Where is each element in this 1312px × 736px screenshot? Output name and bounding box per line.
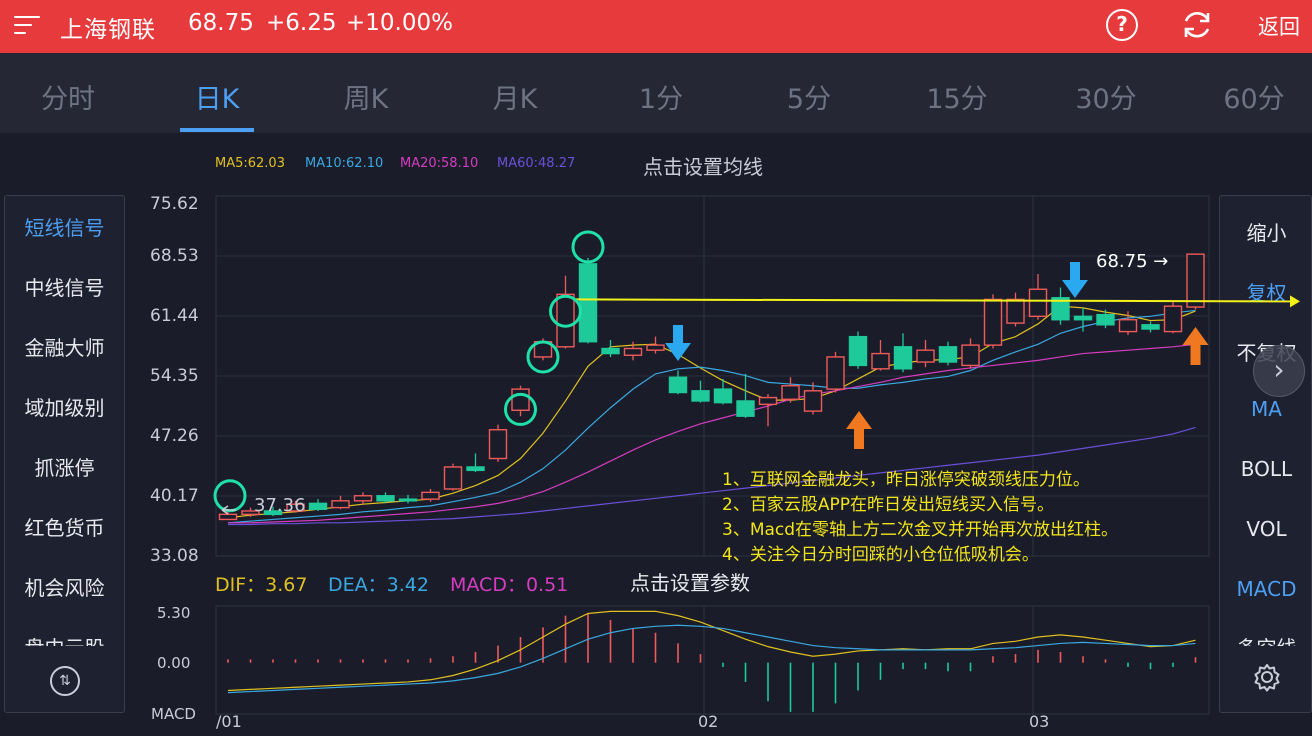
- candle-body: [916, 349, 935, 363]
- candle-body: [826, 356, 845, 390]
- sell-arrow-icon: [1062, 262, 1088, 298]
- candle-body: [691, 390, 710, 402]
- candle-body: [848, 335, 868, 367]
- candle-body: [488, 429, 508, 460]
- candle-body: [1028, 288, 1048, 318]
- note-line: 2、百家云股APP在昨日发出短线买入信号。: [722, 495, 1054, 515]
- candle-body: [511, 388, 530, 411]
- candle-body: [736, 400, 755, 417]
- candle-body: [421, 491, 440, 500]
- candle-body: [353, 495, 373, 502]
- candle-body: [1118, 319, 1138, 333]
- candle-body: [646, 344, 665, 351]
- candle-body: [331, 500, 350, 509]
- resistance-arrow-icon: [1290, 295, 1300, 308]
- candle-body: [601, 347, 620, 355]
- candle-body: [871, 352, 890, 370]
- candle-body: [668, 376, 688, 394]
- candle-body: [1006, 298, 1025, 324]
- sell-arrow-icon: [665, 325, 691, 361]
- candle-body: [466, 466, 485, 472]
- candle-body: [398, 498, 418, 502]
- candle-body: [1096, 313, 1115, 326]
- candle-body: [758, 396, 778, 406]
- buy-arrow-icon: [846, 411, 872, 449]
- resistance-line: [574, 298, 1293, 303]
- candle-body: [1073, 315, 1093, 321]
- candle-body: [1163, 305, 1183, 333]
- candle-body: [1186, 253, 1205, 308]
- candle-body: [623, 347, 643, 356]
- candle-body: [443, 466, 463, 490]
- candle-body: [781, 385, 800, 400]
- note-line: 4、关注今日分时回踩的小仓位低吸机会。: [722, 545, 1039, 565]
- candle-body: [308, 502, 328, 510]
- candle-body: [803, 390, 823, 412]
- candle-body: [983, 298, 1003, 346]
- low-price-marker: 37.36: [254, 495, 306, 516]
- candle-body: [938, 346, 958, 363]
- analysis-notes: 1、互联网金融龙头，昨日涨停突破颈线压力位。 2、百家云股APP在昨日发出短线买…: [722, 468, 1118, 568]
- candle-body: [578, 263, 598, 343]
- candle-body: [893, 346, 913, 370]
- note-line: 3、Macd在零轴上方二次金叉并开始再次放出红柱。: [722, 520, 1119, 540]
- candle-body: [376, 495, 395, 502]
- buy-signal-circle: [571, 230, 605, 264]
- kline-chart[interactable]: [0, 0, 1312, 736]
- candle-body: [556, 293, 575, 348]
- candle-body: [1141, 324, 1160, 330]
- candle-body: [961, 344, 980, 367]
- candle-body: [218, 513, 238, 521]
- buy-arrow-icon: [1182, 327, 1209, 365]
- last-price-marker: 68.75 →: [1096, 251, 1169, 272]
- candle-body: [713, 388, 733, 404]
- dif-line: [227, 610, 1196, 692]
- note-line: 1、互联网金融龙头，昨日涨停突破颈线压力位。: [722, 470, 1090, 490]
